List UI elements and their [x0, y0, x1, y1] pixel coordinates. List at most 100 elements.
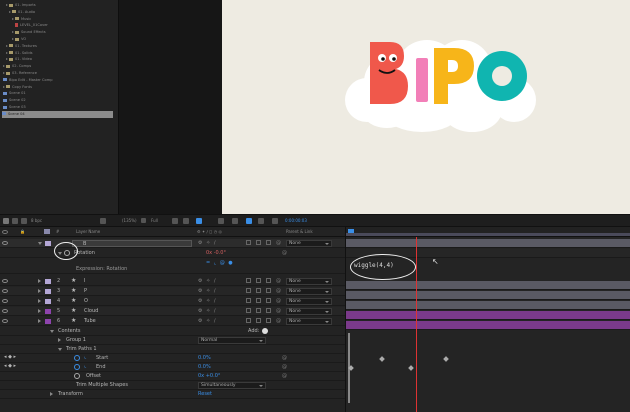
keyframe-nav-icon[interactable]: ◂ ◆ ▸ — [4, 363, 16, 369]
start-value[interactable]: 0.0% — [198, 355, 211, 361]
layer-row[interactable]: 6 ★ Tube ⚙ ✧ ∕ @ None — [0, 317, 345, 326]
render-icon[interactable] — [3, 218, 9, 224]
graph-icon[interactable]: ⌞ — [84, 363, 86, 369]
label-color[interactable] — [45, 309, 51, 314]
contents-row[interactable]: Contents Add: — [0, 327, 345, 336]
project-item[interactable]: Scene 04 — [2, 110, 113, 118]
expand-triangle-icon[interactable] — [6, 58, 8, 61]
keyframe-nav-icon[interactable]: ◂ ◆ ▸ — [4, 354, 16, 360]
switch-box[interactable] — [246, 308, 251, 313]
expand-triangle-icon[interactable] — [3, 65, 5, 68]
property-row-rotation[interactable]: Rotation 0x -0.0° @ — [0, 249, 345, 258]
expand-chevron-icon[interactable] — [38, 299, 41, 303]
transparency-grid-icon[interactable] — [183, 218, 189, 224]
layer-name[interactable]: P — [84, 288, 87, 294]
timecode-display[interactable]: 0:00:00:03 — [285, 218, 307, 223]
parent-dropdown[interactable]: None — [286, 318, 332, 325]
switch-box[interactable] — [266, 308, 271, 313]
pickwhip-icon[interactable]: @ — [276, 318, 281, 324]
pickwhip-icon[interactable]: @ — [276, 240, 281, 246]
expand-chevron-icon[interactable] — [58, 348, 62, 351]
switch-box[interactable] — [266, 288, 271, 293]
layer-bar-2[interactable] — [346, 281, 630, 290]
pickwhip-icon[interactable]: @ — [276, 278, 281, 284]
expand-chevron-icon[interactable] — [50, 392, 53, 396]
switch-box[interactable] — [256, 318, 261, 323]
start-row[interactable]: ◂ ◆ ▸ ⌞ Start 0.0% @ — [0, 354, 345, 363]
composition-viewer[interactable] — [222, 0, 630, 214]
expand-triangle-icon[interactable] — [3, 72, 5, 74]
layer-switches[interactable]: ⚙ ✧ ∕ — [198, 240, 217, 246]
rotation-value[interactable]: 0x -0.0° — [206, 250, 226, 256]
stopwatch-icon[interactable] — [74, 355, 80, 361]
layer-bar-5[interactable] — [346, 311, 630, 320]
switch-box[interactable] — [246, 318, 251, 323]
expand-chevron-icon[interactable] — [38, 289, 41, 293]
parent-dropdown[interactable]: None — [286, 278, 332, 285]
transform-reset[interactable]: Reset — [198, 391, 212, 397]
switch-box[interactable] — [246, 278, 251, 283]
trash-icon[interactable] — [21, 218, 27, 224]
label-color[interactable] — [45, 289, 51, 294]
visibility-icon[interactable] — [2, 299, 8, 303]
stopwatch-icon[interactable] — [74, 373, 80, 379]
switch-box[interactable] — [256, 240, 261, 245]
parent-link-column[interactable]: Parent & Link — [286, 229, 313, 234]
switch-box[interactable] — [266, 278, 271, 283]
layer-switches[interactable]: ⚙ ✧ ∕ — [198, 298, 217, 304]
expand-triangle-icon[interactable] — [6, 51, 8, 54]
visibility-icon[interactable] — [2, 279, 8, 283]
expand-triangle-icon[interactable] — [3, 85, 5, 88]
bpc-label[interactable]: 8 bpc — [31, 218, 42, 223]
visibility-icon[interactable] — [2, 309, 8, 313]
add-button-icon[interactable] — [262, 328, 268, 334]
expand-chevron-icon[interactable] — [38, 242, 42, 245]
switch-box[interactable] — [266, 240, 271, 245]
offset-value[interactable]: 0x +0.0° — [198, 373, 220, 379]
label-color[interactable] — [45, 241, 51, 246]
layer-bar-6[interactable] — [346, 321, 630, 330]
pickwhip-icon[interactable]: @ — [276, 308, 281, 314]
keyframe-end-2[interactable] — [408, 365, 414, 371]
parent-dropdown[interactable]: None — [286, 240, 332, 247]
show-snapshot-icon[interactable] — [258, 218, 264, 224]
resolution-dropdown[interactable]: Full — [151, 218, 158, 223]
layer-switches[interactable]: ⚙ ✧ ∕ — [198, 288, 217, 294]
current-time-indicator[interactable] — [416, 237, 417, 412]
layer-bar-b[interactable] — [346, 239, 630, 248]
layer-switches[interactable]: ⚙ ✧ ∕ — [198, 278, 217, 284]
layer-name[interactable]: I — [84, 278, 85, 284]
end-value[interactable]: 0.0% — [198, 364, 211, 370]
pickwhip-icon[interactable]: @ — [282, 355, 287, 361]
layer-name[interactable]: Tube — [84, 318, 96, 324]
layer-name-column[interactable]: Layer Name — [76, 229, 100, 234]
group1-row[interactable]: Group 1 Normal — [0, 336, 345, 345]
layer-row[interactable]: 2 ★ I ⚙ ✧ ∕ @ None — [0, 277, 345, 286]
parent-dropdown[interactable]: None — [286, 298, 332, 305]
keyframe-start-1[interactable] — [379, 356, 385, 362]
expand-triangle-icon[interactable] — [6, 44, 8, 47]
layer-switches[interactable]: ⚙ ✧ ∕ — [198, 308, 217, 314]
switch-box[interactable] — [256, 308, 261, 313]
expand-chevron-icon[interactable] — [38, 309, 41, 313]
offset-row[interactable]: Offset 0x +0.0° @ — [0, 372, 345, 381]
region-icon[interactable] — [172, 218, 178, 224]
zoom-dropdown[interactable]: (135%) — [122, 218, 137, 223]
layer-name-field[interactable]: B — [72, 240, 192, 247]
flowchart-icon[interactable] — [12, 218, 18, 224]
pickwhip-icon[interactable]: @ — [276, 288, 281, 294]
switch-box[interactable] — [246, 288, 251, 293]
switch-box[interactable] — [246, 240, 251, 245]
layer-switches[interactable]: ⚙ ✧ ∕ — [198, 318, 217, 324]
expand-chevron-icon[interactable] — [38, 279, 41, 283]
pickwhip-icon[interactable]: @ — [282, 364, 287, 370]
pickwhip-icon[interactable]: @ — [276, 298, 281, 304]
keyframe-start-2[interactable] — [443, 356, 449, 362]
visibility-icon[interactable] — [2, 319, 8, 323]
camera-icon[interactable] — [218, 218, 224, 224]
stopwatch-icon[interactable] — [74, 364, 80, 370]
trim-multiple-row[interactable]: Trim Multiple Shapes Simultaneously — [0, 381, 345, 390]
layer-row[interactable]: 3 ★ P ⚙ ✧ ∕ @ None — [0, 287, 345, 296]
layer-bar-4[interactable] — [346, 301, 630, 310]
graph-icon[interactable]: ⌞ — [84, 354, 86, 360]
